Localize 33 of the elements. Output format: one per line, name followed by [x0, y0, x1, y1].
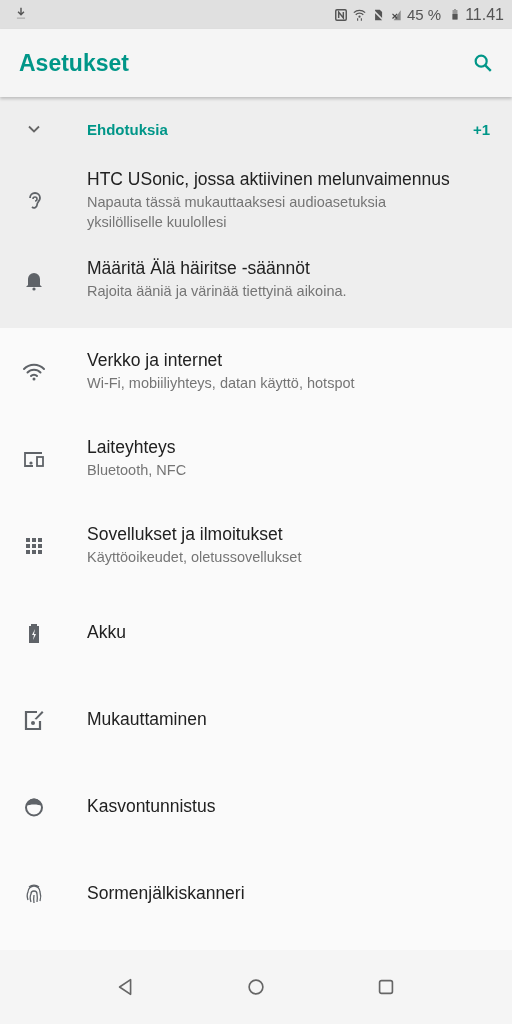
settings-item[interactable]: Kasvontunnistus	[0, 763, 512, 850]
item-title: Kasvontunnistus	[87, 796, 216, 817]
item-subtitle: Rajoita ääniä ja värinää tiettyinä aikoina.	[87, 282, 347, 302]
settings-item[interactable]: Sormenjälkiskanneri	[0, 850, 512, 937]
suggestions-count: +1	[472, 120, 490, 138]
home-icon[interactable]	[245, 976, 267, 998]
item-subtitle: Bluetooth, NFC	[87, 460, 187, 480]
settings-item[interactable]: Määritä Älä häiritse -säännöt Rajoita ääniä ja värinää tiettyinä aikoina.	[0, 240, 512, 328]
settings-item[interactable]: Verkko ja internet Wi-Fi, mobiiliyhteys, datan käyttö, hotspot	[0, 328, 512, 415]
item-title: Verkko ja internet	[87, 349, 224, 371]
battery-percentage: 45 %	[406, 6, 442, 23]
item-subtitle: Käyttöoikeudet, oletussovellukset	[87, 547, 302, 567]
item-subtitle: Wi-Fi, mobiiliyhteys, datan käyttö, hotspot	[87, 373, 355, 393]
item-subtitle: Napauta tässä mukauttaaksesi audioasetuksia yksilölliselle kuulollesi	[87, 193, 388, 232]
item-title: Akku	[87, 622, 126, 643]
search-icon	[472, 52, 494, 74]
settings-item[interactable]: HTC USonic, jossa aktiivinen melunvaimennus Napauta tässä mukauttaaksesi audioasetuksia yksilölliselle kuulollesi	[0, 161, 512, 241]
item-title: Sovellukset ja ilmoitukset	[87, 523, 284, 545]
item-title: Laiteyhteys	[87, 436, 177, 458]
settings-item[interactable]: Laiteyhteys Bluetooth, NFC	[0, 415, 512, 502]
clock: 11.41	[465, 5, 504, 24]
settings-item[interactable]: Mukauttaminen	[0, 676, 512, 763]
settings-item[interactable]: Akku	[0, 589, 512, 676]
item-title: HTC USonic, jossa aktiivinen melunvaimennus	[87, 169, 451, 191]
item-title: Määritä Älä häiritse -säännöt	[87, 258, 311, 280]
download-icon	[14, 5, 28, 20]
item-title: Mukauttaminen	[87, 709, 207, 730]
item-title: Sormenjälkiskanneri	[87, 883, 245, 904]
suggestions-title: Ehdotuksia	[87, 120, 169, 138]
wifi-icon	[351, 7, 367, 22]
nfc-icon	[333, 7, 348, 22]
settings-item[interactable]: Sovellukset ja ilmoitukset Käyttöoikeudet, oletussovellukset	[0, 502, 512, 589]
app-title: Asetukset	[19, 49, 129, 77]
